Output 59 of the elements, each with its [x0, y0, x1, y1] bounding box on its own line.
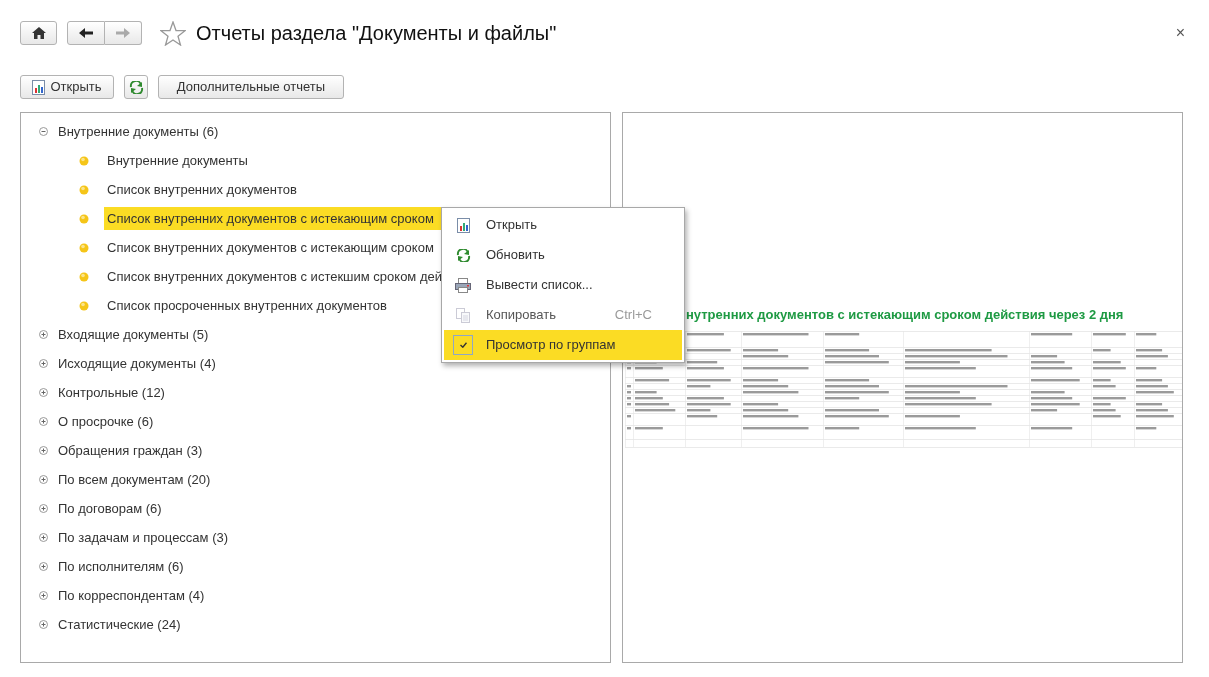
- tree-item[interactable]: Список внутренних документов с истекающим сроком: [104, 235, 437, 260]
- expand-icon[interactable]: [39, 533, 48, 542]
- right-arrow-icon: [116, 28, 130, 38]
- close-button[interactable]: ×: [1171, 21, 1189, 45]
- tree-group[interactable]: Статистические (24): [55, 612, 184, 637]
- tree-item[interactable]: Список просроченных внутренних документов: [104, 293, 390, 318]
- additional-reports-button[interactable]: Дополнительные отчеты: [158, 75, 344, 99]
- bullet-icon: [79, 271, 89, 282]
- tree-group[interactable]: Обращения граждан (3): [55, 438, 206, 463]
- tree-group[interactable]: Контрольные (12): [55, 380, 168, 405]
- check-icon: [459, 342, 467, 348]
- tree-group[interactable]: По всем документам (20): [55, 467, 214, 492]
- tree-group[interactable]: О просрочке (6): [55, 409, 157, 434]
- bullet-icon: [79, 155, 89, 166]
- expand-icon[interactable]: [39, 562, 48, 571]
- tree-group[interactable]: Внутренние документы (6): [55, 119, 222, 144]
- refresh-icon: [128, 80, 144, 94]
- menu-item[interactable]: Вывести список...: [444, 270, 682, 300]
- bullet-icon: [79, 213, 89, 224]
- report-title: нутренних документов с истекающим сроком действия через 2 дня: [686, 306, 1124, 324]
- bullet-icon: [79, 242, 89, 253]
- window-title: Отчеты раздела "Документы и файлы": [196, 21, 557, 46]
- home-button[interactable]: [20, 21, 57, 45]
- tree-item[interactable]: Список внутренних документов с истекшим сроком дей: [104, 264, 445, 289]
- tree-group[interactable]: По корреспондентам (4): [55, 583, 208, 608]
- menu-item[interactable]: Обновить: [444, 240, 682, 270]
- expand-icon[interactable]: [39, 591, 48, 600]
- star-icon[interactable]: [160, 20, 186, 46]
- report-icon: [32, 79, 46, 95]
- open-button[interactable]: Открыть: [20, 75, 114, 99]
- tree-group[interactable]: По договорам (6): [55, 496, 165, 521]
- tree-group[interactable]: Исходящие документы (4): [55, 351, 219, 376]
- expand-icon[interactable]: [39, 475, 48, 484]
- back-button[interactable]: [67, 21, 105, 45]
- expand-icon[interactable]: [39, 620, 48, 629]
- tree-item[interactable]: Внутренние документы: [104, 148, 251, 173]
- printer-icon: [455, 277, 471, 293]
- shortcut-text: Ctrl+C: [614, 306, 652, 325]
- tree-item[interactable]: Список внутренних документов: [104, 177, 300, 202]
- refresh-icon: [455, 248, 471, 262]
- left-arrow-icon: [79, 28, 93, 38]
- expand-icon[interactable]: [39, 388, 48, 397]
- expand-icon[interactable]: [39, 359, 48, 368]
- expand-icon[interactable]: [39, 446, 48, 455]
- tree-group[interactable]: По исполнителям (6): [55, 554, 187, 579]
- menu-item[interactable]: Просмотр по группам: [444, 330, 682, 360]
- copy-icon: [456, 307, 470, 323]
- bullet-icon: [79, 184, 89, 195]
- tree-group[interactable]: По задачам и процессам (3): [55, 525, 232, 550]
- home-icon: [31, 27, 46, 39]
- tree-group[interactable]: Входящие документы (5): [55, 322, 212, 347]
- expand-icon[interactable]: [39, 330, 48, 339]
- report-icon: [456, 217, 470, 233]
- checkbox[interactable]: [453, 335, 473, 355]
- expand-icon[interactable]: [39, 504, 48, 513]
- refresh-button[interactable]: [124, 75, 148, 99]
- collapse-icon[interactable]: [39, 127, 48, 136]
- expand-icon[interactable]: [39, 417, 48, 426]
- bullet-icon: [79, 300, 89, 311]
